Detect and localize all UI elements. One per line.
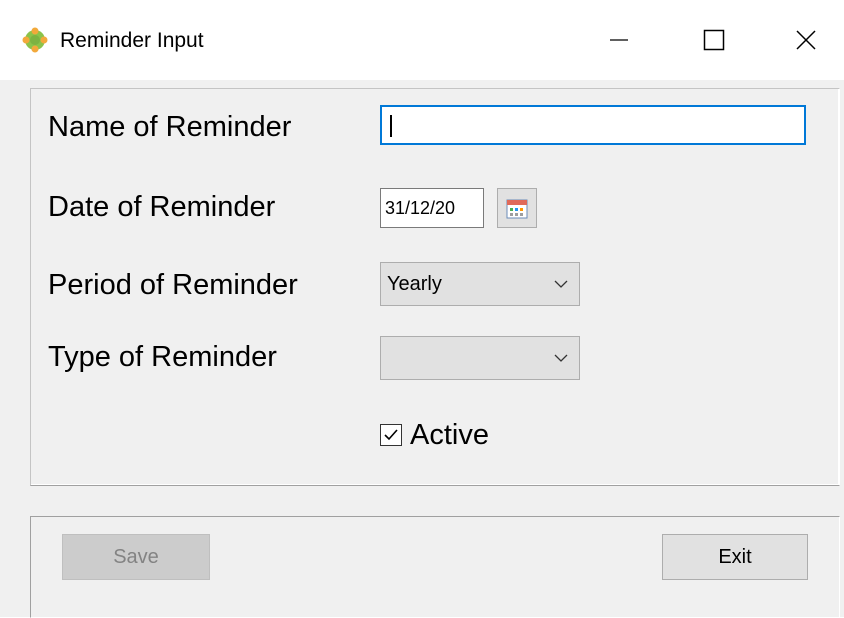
calendar-button[interactable] bbox=[497, 188, 537, 228]
period-value: Yearly bbox=[387, 273, 442, 295]
text-caret bbox=[390, 115, 392, 137]
close-button[interactable] bbox=[760, 10, 844, 70]
type-dropdown[interactable] bbox=[380, 336, 580, 380]
name-input[interactable] bbox=[380, 105, 806, 145]
title-bar[interactable]: Reminder Input bbox=[0, 0, 844, 80]
chevron-down-icon bbox=[554, 280, 568, 288]
maximize-icon bbox=[703, 29, 725, 51]
maximize-button[interactable] bbox=[668, 10, 760, 70]
period-dropdown[interactable]: Yearly bbox=[380, 262, 580, 306]
chevron-down-icon bbox=[554, 354, 568, 362]
checkmark-icon bbox=[384, 429, 398, 441]
window-title: Reminder Input bbox=[60, 29, 204, 52]
minimize-icon bbox=[610, 39, 628, 41]
reminder-app-icon bbox=[22, 27, 48, 53]
save-button[interactable]: Save bbox=[62, 534, 210, 580]
exit-button[interactable]: Exit bbox=[662, 534, 808, 580]
name-label: Name of Reminder bbox=[48, 111, 292, 143]
date-input[interactable]: 31/12/20 bbox=[380, 188, 484, 228]
active-checkbox[interactable]: Active bbox=[380, 418, 489, 452]
calendar-icon bbox=[506, 199, 528, 219]
type-label: Type of Reminder bbox=[48, 341, 277, 373]
period-label: Period of Reminder bbox=[48, 269, 298, 301]
date-label: Date of Reminder bbox=[48, 191, 276, 223]
checkbox-box[interactable] bbox=[380, 424, 402, 446]
minimize-button[interactable] bbox=[573, 10, 665, 70]
active-label: Active bbox=[410, 419, 489, 451]
close-icon bbox=[796, 30, 816, 50]
